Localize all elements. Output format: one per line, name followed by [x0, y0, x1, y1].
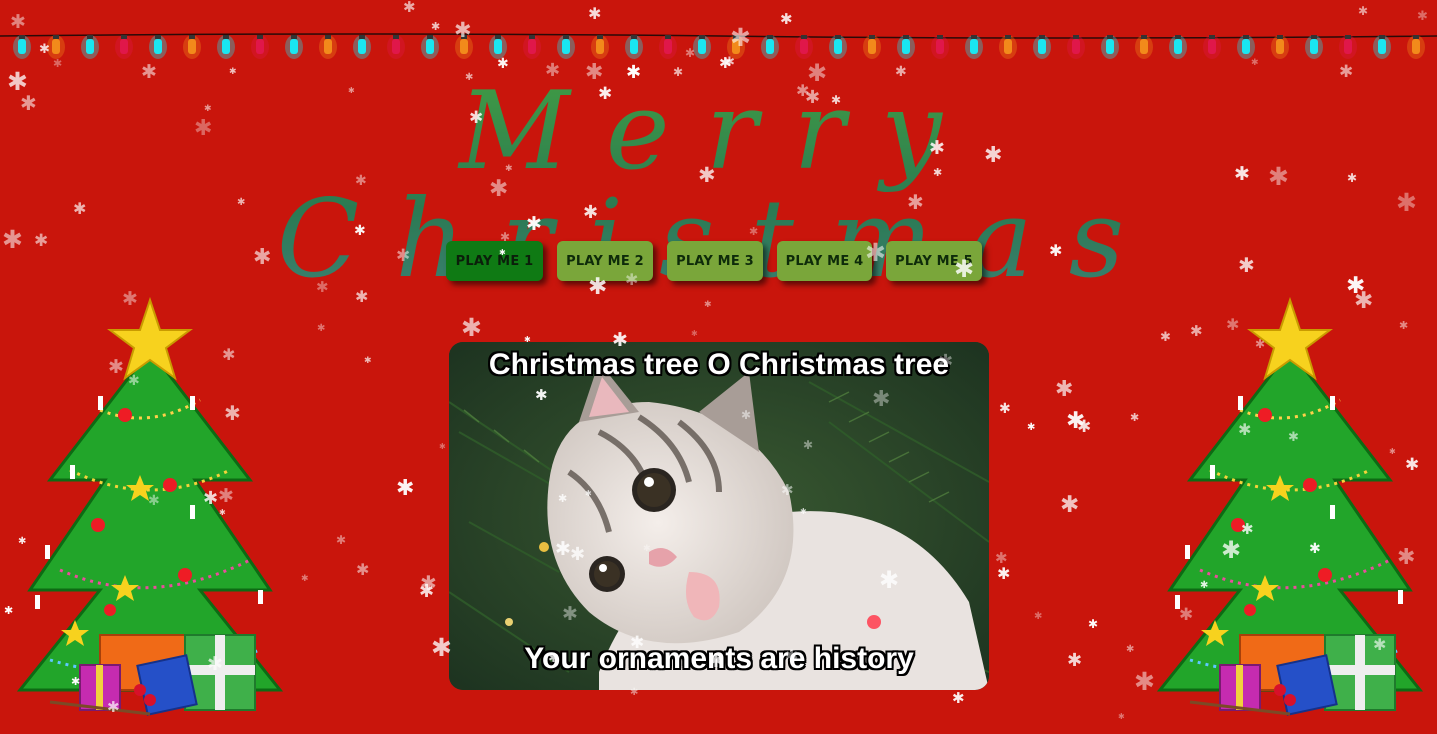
- play-me-1-label: PLAY ME 1: [455, 253, 534, 269]
- play-me-1-button[interactable]: PLAY ME 1: [446, 241, 543, 281]
- snowflake-icon: ✱: [1077, 417, 1092, 437]
- play-me-4-label: PLAY ME 4: [785, 253, 864, 269]
- snowflake-icon: ✱: [1130, 411, 1140, 424]
- play-me-4-button[interactable]: PLAY ME 4: [777, 241, 872, 281]
- christmas-tree-left-icon: [16, 296, 284, 716]
- snowflake-icon: ✱: [1034, 611, 1043, 622]
- play-buttons: PLAY ME 1 PLAY ME 2 PLAY ME 3 PLAY ME 4 …: [446, 241, 996, 281]
- play-me-2-button[interactable]: PLAY ME 2: [557, 241, 653, 281]
- snowflake-icon: ✱: [396, 476, 415, 501]
- play-me-5-label: PLAY ME 5: [895, 253, 973, 269]
- christmas-tree-right-icon: [1156, 296, 1424, 716]
- snowflake-icon: ✱: [461, 313, 482, 342]
- snowflake-icon: ✱: [420, 571, 437, 595]
- snowflake-icon: ✱: [301, 574, 309, 584]
- cat-meme-image: Christmas tree O Christmas tree Your orn…: [449, 342, 989, 690]
- meme-top-caption: Christmas tree O Christmas tree: [488, 348, 950, 381]
- snowflake-icon: ✱: [704, 300, 712, 310]
- snowflake-icon: ✱: [997, 564, 1011, 583]
- play-me-5-button[interactable]: PLAY ME 5: [886, 241, 982, 281]
- snowflake-icon: ✱: [356, 560, 370, 579]
- snowflake-icon: ✱: [1055, 377, 1074, 402]
- snowflake-icon: ✱: [1060, 492, 1080, 518]
- snowflake-icon: ✱: [995, 549, 1008, 567]
- play-me-3-label: PLAY ME 3: [676, 253, 754, 269]
- snowflake-icon: ✱: [1066, 408, 1086, 434]
- snowflake-icon: ✱: [1027, 422, 1036, 433]
- cat-in-tree-picture: [449, 342, 989, 690]
- snowflake-icon: ✱: [419, 581, 435, 602]
- play-me-3-button[interactable]: PLAY ME 3: [667, 241, 763, 281]
- meme-bottom-caption: Your ornaments are history: [524, 642, 914, 675]
- snowflake-icon: ✱: [1126, 644, 1135, 655]
- snowflake-icon: ✱: [439, 442, 446, 451]
- snowflake-icon: ✱: [1118, 712, 1125, 721]
- snowflake-icon: ✱: [1067, 650, 1083, 671]
- snowflake-icon: ✱: [317, 323, 326, 334]
- snowflake-icon: ✱: [1088, 617, 1099, 631]
- string-lights-icon: [0, 33, 1437, 59]
- play-me-2-label: PLAY ME 2: [566, 253, 644, 269]
- snowflake-icon: ✱: [952, 689, 965, 707]
- snowflake-icon: ✱: [999, 401, 1011, 417]
- snowflake-icon: ✱: [336, 533, 347, 547]
- snowflake-icon: ✱: [691, 329, 698, 338]
- snowflake-icon: ✱: [364, 356, 372, 366]
